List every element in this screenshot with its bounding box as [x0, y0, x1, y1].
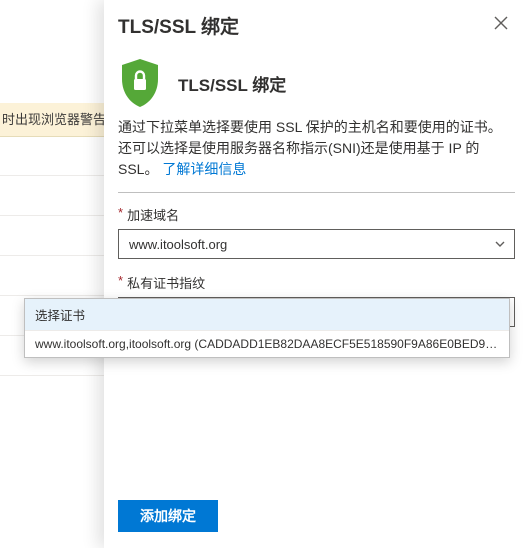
- close-icon: [494, 16, 508, 33]
- certificate-label-row: * 私有证书指纹: [118, 273, 515, 292]
- root: 时出现浏览器警告/ TLS/SSL 绑定: [0, 0, 529, 548]
- left-pane: 时出现浏览器警告/: [0, 0, 104, 548]
- certificate-label: 私有证书指纹: [127, 273, 205, 292]
- domain-select-value: www.itoolsoft.org: [129, 237, 227, 252]
- grid-line: [0, 295, 104, 296]
- grid-line: [0, 215, 104, 216]
- panel-header: TLS/SSL 绑定: [104, 0, 529, 39]
- section-title: TLS/SSL 绑定: [178, 71, 286, 96]
- learn-more-link[interactable]: 了解详细信息: [162, 161, 246, 177]
- divider: [118, 192, 515, 193]
- domain-select[interactable]: www.itoolsoft.org: [118, 229, 515, 259]
- close-button[interactable]: [487, 10, 515, 38]
- certificate-dropdown-list: 选择证书 www.itoolsoft.org,itoolsoft.org (CA…: [24, 298, 510, 358]
- browser-warning-banner: 时出现浏览器警告/: [0, 103, 104, 137]
- domain-label: 加速域名: [127, 205, 179, 224]
- panel-actions: 添加绑定: [104, 488, 529, 548]
- grid-line: [0, 375, 104, 376]
- grid-line: [0, 175, 104, 176]
- add-binding-button[interactable]: 添加绑定: [118, 500, 218, 532]
- required-marker: *: [118, 205, 123, 224]
- section-header: TLS/SSL 绑定: [104, 39, 529, 117]
- chevron-down-icon: [494, 238, 506, 250]
- grid-line: [0, 255, 104, 256]
- domain-label-row: * 加速域名: [118, 205, 515, 224]
- certificate-option-1[interactable]: www.itoolsoft.org,itoolsoft.org (CADDADD…: [25, 330, 509, 357]
- shield-lock-icon: [118, 57, 162, 109]
- domain-field: * 加速域名 www.itoolsoft.org: [104, 205, 529, 273]
- panel-description: 通过下拉菜单选择要使用 SSL 保护的主机名和要使用的证书。还可以选择是使用服务…: [104, 117, 529, 186]
- certificate-option-placeholder[interactable]: 选择证书: [25, 299, 509, 330]
- panel-title: TLS/SSL 绑定: [118, 12, 239, 39]
- required-marker: *: [118, 273, 123, 292]
- tls-ssl-binding-panel: TLS/SSL 绑定 TLS/SSL 绑定 通过下拉菜单选择要使用: [104, 0, 529, 548]
